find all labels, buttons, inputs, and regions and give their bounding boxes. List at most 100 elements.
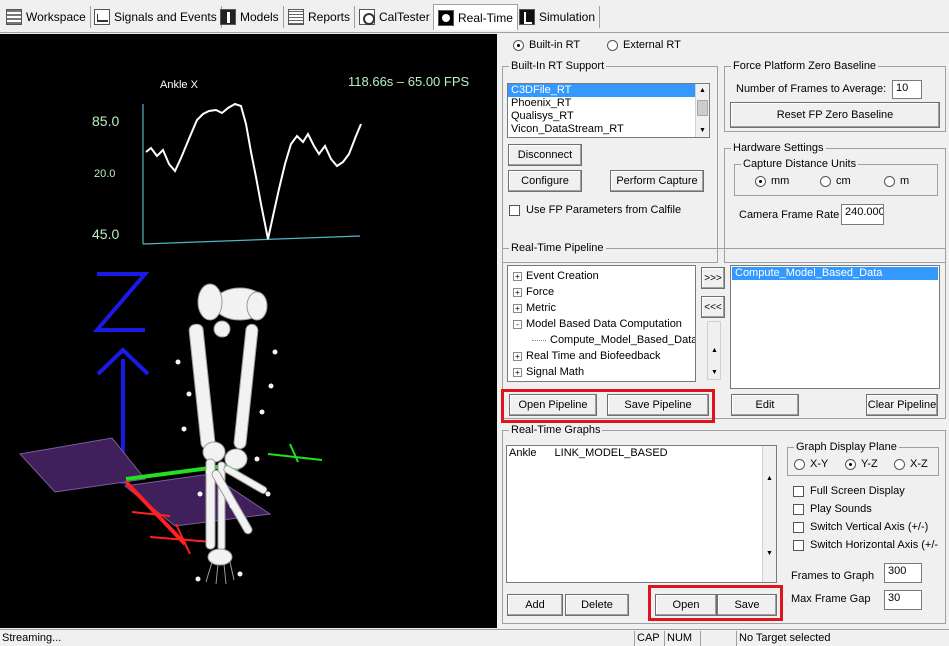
external-rt-radio[interactable]: External RT xyxy=(607,39,681,51)
radio-indicator xyxy=(884,175,895,187)
radio-indicator xyxy=(755,175,766,187)
scroll-down-icon[interactable]: ▼ xyxy=(763,547,776,560)
tree-item-event-creation[interactable]: + Event Creation xyxy=(513,270,599,282)
plane-xy-radio[interactable]: X-Y xyxy=(794,458,828,470)
graph-trace xyxy=(145,102,362,240)
camera-frame-rate-input[interactable]: 240.000 xyxy=(841,204,884,225)
z-axis-glyph xyxy=(92,272,150,332)
simulation-icon xyxy=(519,9,535,25)
tab-caltester[interactable]: CalTester xyxy=(355,6,435,28)
scroll-thumb[interactable] xyxy=(697,100,708,116)
expand-icon[interactable]: + xyxy=(513,303,522,313)
list-item[interactable]: C3DFile_RT xyxy=(508,84,709,97)
expand-icon[interactable]: + xyxy=(513,271,522,281)
pipeline-tree-scrollbar[interactable]: ▲ ▼ xyxy=(707,321,721,380)
tree-item-metric[interactable]: + Metric xyxy=(513,302,556,314)
radio-indicator xyxy=(607,39,618,51)
list-scrollbar[interactable]: ▲ ▼ xyxy=(695,84,709,137)
workspace-icon xyxy=(6,9,22,25)
list-item[interactable]: Ankle LINK_MODEL_BASED xyxy=(507,447,776,460)
checkbox-box xyxy=(793,539,804,551)
tab-simulation[interactable]: Simulation xyxy=(515,6,601,28)
caps-lock-indicator: CAP xyxy=(634,631,664,646)
list-item[interactable]: Qualisys_RT xyxy=(508,110,709,123)
use-fp-parameters-checkbox[interactable]: Use FP Parameters from Calfile xyxy=(509,204,681,216)
real-time-settings-panel: Built-in RT External RT Built-In RT Supp… xyxy=(499,34,949,628)
tree-item-force[interactable]: + Force xyxy=(513,286,554,298)
highlight-box-graph-buttons xyxy=(648,585,783,621)
frames-to-graph-input[interactable]: 300 xyxy=(884,563,922,583)
max-frame-gap-label: Max Frame Gap xyxy=(791,593,871,605)
target-status: No Target selected xyxy=(736,631,949,646)
edit-pipeline-button[interactable]: Edit xyxy=(731,394,799,416)
radio-indicator xyxy=(513,39,524,51)
tab-workspace[interactable]: Workspace xyxy=(2,6,91,28)
graphs-list-scrollbar[interactable]: ▲ ▼ xyxy=(762,446,776,582)
collapse-icon[interactable]: - xyxy=(513,319,522,329)
graphs-list[interactable]: Ankle LINK_MODEL_BASED ▲ ▼ xyxy=(506,445,777,583)
tree-item-signal-math[interactable]: + Signal Math xyxy=(513,366,584,378)
scroll-up-icon[interactable]: ▲ xyxy=(708,344,721,357)
perform-capture-button[interactable]: Perform Capture xyxy=(610,170,704,192)
tab-reports[interactable]: Reports xyxy=(284,6,356,28)
clear-pipeline-button[interactable]: Clear Pipeline xyxy=(866,394,938,416)
tab-real-time[interactable]: Real-Time xyxy=(433,4,518,30)
graph-x-axis xyxy=(142,235,361,245)
status-blank-pane xyxy=(700,631,736,646)
radio-indicator xyxy=(894,458,905,470)
checkbox-box xyxy=(793,521,804,533)
scroll-up-icon[interactable]: ▲ xyxy=(696,84,709,97)
checkbox-box xyxy=(793,503,804,515)
list-item[interactable]: Vicon_DataStream_RT xyxy=(508,123,709,136)
builtin-rt-radio[interactable]: Built-in RT xyxy=(513,39,580,51)
full-screen-display-checkbox[interactable]: Full Screen Display xyxy=(793,485,905,497)
plane-yz-radio[interactable]: Y-Z xyxy=(845,458,878,470)
rt-support-list[interactable]: C3DFile_RT Phoenix_RT Qualisys_RT Vicon_… xyxy=(507,83,710,138)
num-lock-indicator: NUM xyxy=(664,631,700,646)
add-graph-button[interactable]: Add xyxy=(507,594,563,616)
frames-to-average-input[interactable]: 10 xyxy=(892,80,922,99)
add-to-pipeline-button[interactable]: >>> xyxy=(701,267,725,289)
checkbox-box xyxy=(793,485,804,497)
expand-icon[interactable]: + xyxy=(513,351,522,361)
tree-item-model-based-data-computation[interactable]: - Model Based Data Computation xyxy=(513,318,682,330)
expand-icon[interactable]: + xyxy=(513,287,522,297)
radio-indicator xyxy=(845,458,856,470)
pipeline-command-tree[interactable]: + Event Creation + Force + Metric - Mode… xyxy=(507,265,696,382)
caltester-icon xyxy=(359,9,375,25)
plane-xz-radio[interactable]: X-Z xyxy=(894,458,928,470)
delete-graph-button[interactable]: Delete xyxy=(565,594,629,616)
play-sounds-checkbox[interactable]: Play Sounds xyxy=(793,503,872,515)
scroll-down-icon[interactable]: ▼ xyxy=(708,366,721,379)
switch-vertical-axis-checkbox[interactable]: Switch Vertical Axis (+/-) xyxy=(793,521,928,533)
time-fps-readout: 118.66s – 65.00 FPS xyxy=(348,74,470,89)
active-pipeline-list[interactable]: Compute_Model_Based_Data xyxy=(730,265,940,389)
tree-item-real-time-and-biofeedback[interactable]: + Real Time and Biofeedback xyxy=(513,350,661,362)
realtime-icon xyxy=(438,9,454,26)
expand-icon[interactable]: + xyxy=(513,367,522,377)
3d-viewport[interactable]: Ankle X 118.66s – 65.00 FPS 85.0 20.0 45… xyxy=(0,34,497,628)
remove-from-pipeline-button[interactable]: <<< xyxy=(701,296,725,318)
scroll-down-icon[interactable]: ▼ xyxy=(696,124,709,137)
unit-cm-radio[interactable]: cm xyxy=(820,175,851,187)
signals-icon xyxy=(94,9,110,25)
switch-horizontal-axis-checkbox[interactable]: Switch Horizontal Axis (+/- xyxy=(793,539,938,551)
frames-to-average-label: Number of Frames to Average: xyxy=(736,83,887,95)
radio-indicator xyxy=(820,175,831,187)
disconnect-button[interactable]: Disconnect xyxy=(508,144,582,166)
checkbox-box xyxy=(509,204,520,216)
list-item[interactable]: Compute_Model_Based_Data xyxy=(732,267,938,280)
unit-m-radio[interactable]: m xyxy=(884,175,909,187)
unit-mm-radio[interactable]: mm xyxy=(755,175,789,187)
viewport-canvas: Ankle X 118.66s – 65.00 FPS 85.0 20.0 45… xyxy=(19,74,470,585)
max-frame-gap-input[interactable]: 30 xyxy=(884,590,922,610)
list-item[interactable]: Phoenix_RT xyxy=(508,97,709,110)
tree-item-compute-model-based-data[interactable]: Compute_Model_Based_Data xyxy=(532,334,695,346)
graph-y-label-top: 85.0 xyxy=(92,113,119,129)
scroll-up-icon[interactable]: ▲ xyxy=(763,472,776,485)
reset-fp-zero-baseline-button[interactable]: Reset FP Zero Baseline xyxy=(730,102,940,128)
configure-button[interactable]: Configure xyxy=(508,170,582,192)
graph-y-label-bottom: 45.0 xyxy=(92,226,119,242)
tab-models[interactable]: Models xyxy=(216,6,284,28)
tab-signals-and-events[interactable]: Signals and Events xyxy=(90,6,222,28)
